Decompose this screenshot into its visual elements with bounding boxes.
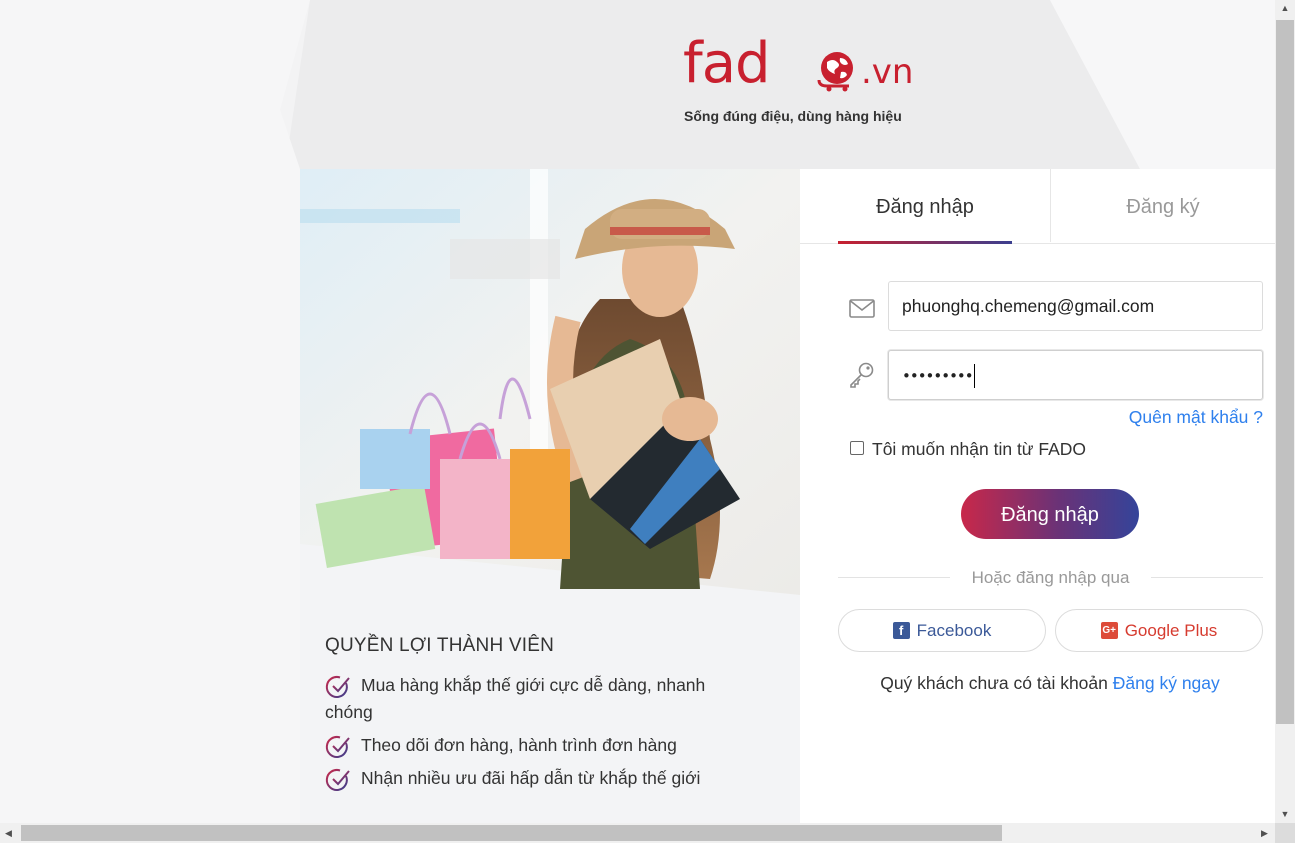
no-account-text: Quý khách chưa có tài khoản (880, 673, 1108, 693)
subscribe-checkbox-row[interactable]: Tôi muốn nhận tin từ FADO (850, 439, 1086, 460)
scroll-left-arrow-icon[interactable]: ◀ (0, 823, 17, 843)
benefit-text: Mua hàng khắp thế giới cực dễ dàng, nhan… (361, 675, 706, 695)
tab-login[interactable]: Đăng nhập (838, 169, 1012, 244)
benefit-item: Mua hàng khắp thế giới cực dễ dàng, nhan… (325, 672, 755, 726)
tab-register[interactable]: Đăng ký (1051, 169, 1275, 244)
subscribe-label: Tôi muốn nhận tin từ FADO (872, 439, 1087, 459)
scrollbar-corner (1275, 823, 1295, 843)
text-caret (973, 364, 975, 389)
email-input-value: phuonghq.chemeng@gmail.com (902, 296, 1155, 316)
globe-cart-icon (817, 52, 853, 92)
horizontal-scrollbar[interactable]: ◀ ▶ (0, 823, 1275, 843)
google-plus-login-button[interactable]: G+ Google Plus (1055, 609, 1263, 652)
auth-tabs: Đăng nhập Đăng ký (800, 169, 1275, 244)
horizontal-scroll-thumb[interactable] (21, 825, 1002, 841)
key-icon (850, 362, 874, 388)
scroll-down-arrow-icon[interactable]: ▼ (1275, 806, 1295, 823)
benefits-panel: QUYỀN LỢI THÀNH VIÊN Mua hàng khắp thế g… (300, 169, 800, 823)
facebook-icon: f (892, 622, 910, 639)
fado-logo[interactable]: fad .vn Sống đúng điệu, dùng hàng hiệu (683, 32, 923, 132)
benefit-text: Theo dõi đơn hàng, hành trình đơn hàng (361, 735, 677, 755)
signup-now-link[interactable]: Đăng ký ngay (1113, 673, 1220, 693)
forgot-password-link[interactable]: Quên mật khẩu ? (1129, 407, 1263, 428)
tab-register-label: Đăng ký (1126, 196, 1200, 218)
benefits-list: Mua hàng khắp thế giới cực dễ dàng, nhan… (325, 672, 755, 798)
scroll-right-arrow-icon[interactable]: ▶ (1256, 823, 1273, 843)
or-divider: Hoặc đăng nhập qua (838, 566, 1263, 590)
password-input[interactable]: ••••••••• (888, 350, 1263, 400)
subscribe-checkbox[interactable] (850, 440, 864, 455)
benefit-text: Nhận nhiều ưu đãi hấp dẫn từ khắp thế gi… (361, 768, 701, 788)
logo-wordmark: fad (683, 31, 771, 96)
email-input[interactable]: phuonghq.chemeng@gmail.com (888, 281, 1263, 331)
google-plus-icon: G+ (1100, 622, 1118, 639)
check-circle-icon (325, 676, 350, 698)
google-plus-label: Google Plus (1124, 620, 1218, 640)
check-circle-icon (325, 736, 350, 758)
login-button[interactable]: Đăng nhập (961, 489, 1139, 539)
logo-tagline: Sống đúng điệu, dùng hàng hiệu (684, 108, 902, 124)
signup-prompt: Quý khách chưa có tài khoản Đăng ký ngay (800, 673, 1295, 694)
vertical-scroll-thumb[interactable] (1276, 20, 1294, 724)
check-circle-icon (325, 769, 350, 791)
logo-tld: .vn (861, 52, 914, 92)
facebook-login-button[interactable]: f Facebook (838, 609, 1046, 652)
scroll-up-arrow-icon[interactable]: ▲ (1275, 0, 1295, 17)
facebook-label: Facebook (916, 620, 992, 640)
benefits-title: QUYỀN LỢI THÀNH VIÊN (325, 635, 554, 656)
tab-login-label: Đăng nhập (876, 196, 974, 218)
envelope-icon (849, 299, 875, 318)
benefit-item: Nhận nhiều ưu đãi hấp dẫn từ khắp thế gi… (325, 765, 755, 792)
shopping-woman-photo (300, 169, 800, 595)
password-input-value: ••••••••• (902, 367, 974, 385)
benefit-text-wrap: chóng (325, 702, 373, 722)
active-tab-underline (838, 241, 1012, 244)
benefit-item: Theo dõi đơn hàng, hành trình đơn hàng (325, 732, 755, 759)
vertical-scrollbar[interactable]: ▲ ▼ (1275, 0, 1295, 823)
or-divider-label: Hoặc đăng nhập qua (838, 566, 1263, 590)
login-panel: Đăng nhập Đăng ký phuonghq.chemeng@gmail… (800, 169, 1275, 823)
